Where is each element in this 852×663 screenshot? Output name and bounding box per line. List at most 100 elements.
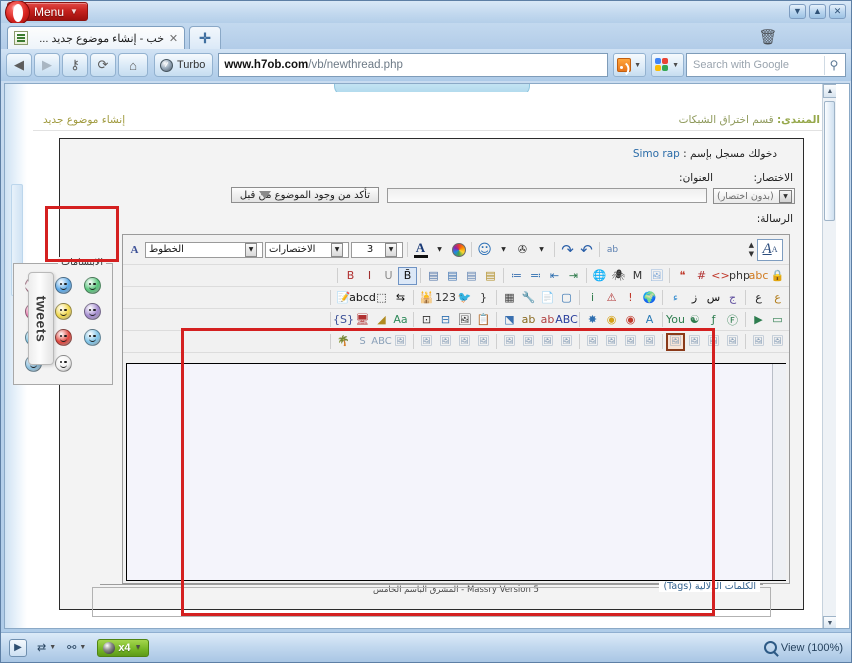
smiley-smile-blue-icon[interactable] [54, 276, 72, 294]
browser-tab-newthread[interactable]: خب - إنشاء موضوع جديد ... ✕ [7, 26, 185, 49]
editor-tool-r5-12-icon[interactable]: 🖼 [538, 333, 557, 351]
message-textarea[interactable] [126, 363, 786, 581]
editor-tool-r4-20-icon[interactable]: ◢ [372, 311, 391, 329]
chevron-down-icon[interactable]: ▼ [779, 189, 792, 203]
editor-tool-r4-22-icon[interactable]: {S} [333, 311, 354, 329]
editor-tool-r2-20-icon[interactable]: U [379, 267, 398, 285]
abbreviation-select[interactable]: ▼ (بدون اختصار) [713, 188, 795, 204]
editor-tool-r3-16-icon[interactable]: 🐦 [455, 289, 474, 307]
smiley-smile-yellow-icon[interactable] [54, 302, 72, 320]
editor-tool-r2-22-icon[interactable]: B [341, 267, 360, 285]
editor-tool-r4-7-icon[interactable]: A [640, 311, 659, 329]
opera-menu-button[interactable]: Menu ▼ [5, 1, 88, 25]
editor-tool-r5-5-icon[interactable]: 🖼 [685, 333, 704, 351]
editor-tool-r4-4-icon[interactable]: ƒ [704, 311, 723, 329]
editor-tool-r4-18-icon[interactable]: ⊡ [417, 311, 436, 329]
editor-tool-r4-8-icon[interactable]: ◉ [621, 311, 640, 329]
editor-tool-r5-4-icon[interactable]: 🖼 [704, 333, 723, 351]
opera-turbo-button[interactable]: Turbo [154, 53, 214, 77]
editor-tool-r5-13-icon[interactable]: 🖼 [519, 333, 538, 351]
page-scrollbar[interactable]: ▲ ▼ [822, 84, 836, 628]
editor-tool-r3-4-icon[interactable]: س [704, 289, 723, 307]
editor-tool-r3-17-icon[interactable]: 123 [435, 289, 456, 307]
insert-smiley-icon[interactable]: ☺ [475, 241, 494, 259]
editor-tool-r4-15-icon[interactable]: 📋 [474, 311, 493, 329]
editor-tool-r5-18-icon[interactable]: 🖼 [417, 333, 436, 351]
editor-tool-r2-13-icon[interactable]: ≔ [526, 267, 545, 285]
new-tab-button[interactable]: ✛ [189, 26, 221, 49]
search-icon[interactable]: ⚲ [824, 55, 843, 75]
editor-tool-r4-14-icon[interactable]: ⬔ [500, 311, 519, 329]
editor-tool-r4-19-icon[interactable]: Aa [391, 311, 410, 329]
scroll-up-button[interactable]: ▲ [823, 84, 836, 98]
breadcrumb-section[interactable]: قسم اختراق الشبكات [679, 114, 774, 126]
editor-tool-r3-5-icon[interactable]: ز [685, 289, 704, 307]
editor-tool-r2-5-icon[interactable]: # [692, 267, 711, 285]
spellcheck-icon[interactable]: ab [603, 241, 622, 259]
editor-tool-r4-3-icon[interactable]: Ⓕ [723, 311, 742, 329]
editor-tool-r5-8-icon[interactable]: 🖼 [621, 333, 640, 351]
editor-tool-r2-9-icon[interactable]: 🕷 [609, 267, 628, 285]
close-icon[interactable]: ✕ [167, 32, 180, 45]
tweets-side-tab[interactable]: tweets [24, 272, 54, 365]
editor-tool-r3-11-icon[interactable]: ▢ [557, 289, 576, 307]
toggle-panels-button[interactable]: ▶ [9, 638, 27, 657]
shortcuts-select[interactable]: ▼ الاختصارات [265, 241, 349, 258]
editor-tool-r2-2-icon[interactable]: abc [749, 267, 769, 285]
font-family-select[interactable]: ▼ الخطوط [145, 241, 263, 258]
undo-icon[interactable]: ↶ [577, 241, 596, 259]
editor-tool-r5-1-icon[interactable]: 🖼 [768, 333, 787, 351]
editor-resize-handle[interactable]: ▲ ▼ [749, 241, 754, 258]
editor-tool-r2-4-icon[interactable]: <> [711, 267, 730, 285]
attach-caret-icon[interactable]: ▼ [532, 241, 551, 259]
editor-tool-r4-10-icon[interactable]: ✸ [583, 311, 602, 329]
editor-tool-r4-1-icon[interactable]: ▭ [768, 311, 787, 329]
collapse-triangle-icon[interactable] [259, 191, 271, 199]
thread-title-input[interactable] [387, 188, 707, 203]
editor-tool-r2-16-icon[interactable]: ▤ [462, 267, 481, 285]
editor-tool-r2-18-icon[interactable]: ▤ [424, 267, 443, 285]
message-scrollbar[interactable] [772, 364, 786, 580]
content-blocker-badge[interactable]: x4 ▼ [97, 638, 149, 657]
color-wheel-icon[interactable] [449, 241, 468, 259]
editor-tool-r3-13-icon[interactable]: 🔧 [519, 289, 538, 307]
editor-tool-r5-2-icon[interactable]: 🖼 [749, 333, 768, 351]
reload-button[interactable]: ⟳ [90, 53, 116, 77]
editor-tool-r2-1-icon[interactable]: 🔒 [768, 267, 787, 285]
editor-tool-r2-15-icon[interactable]: ▤ [481, 267, 500, 285]
editor-tool-r3-7-icon[interactable]: 🌍 [640, 289, 659, 307]
font-size-select[interactable]: ▼ 3 [351, 241, 403, 258]
smiley-angry-red-icon[interactable] [54, 328, 72, 346]
editor-tool-r2-10-icon[interactable]: 🌐 [590, 267, 609, 285]
search-engine-selector[interactable]: ▼ [651, 53, 684, 77]
editor-tool-r4-17-icon[interactable]: ⊟ [436, 311, 455, 329]
editor-mode-toggle[interactable]: AA ▲ ▼ [721, 238, 783, 262]
transfers-status[interactable]: ⇄ ▼ [37, 641, 57, 654]
editor-tool-r4-5-icon[interactable]: ☯ [685, 311, 704, 329]
editor-tool-r2-8-icon[interactable]: M [628, 267, 647, 285]
trash-icon[interactable]: 🗑 [757, 26, 779, 48]
smiley-sad-purple-icon[interactable] [83, 302, 101, 320]
color-caret-icon[interactable]: ▼ [430, 241, 449, 259]
scroll-down-button[interactable]: ▼ [823, 616, 836, 628]
editor-tool-r3-15-icon[interactable]: { [474, 289, 493, 307]
rss-feed-button[interactable]: ▼ [613, 53, 647, 77]
editor-tool-r4-11-icon[interactable]: ABC [555, 311, 578, 329]
minimize-button[interactable]: ▼ [789, 4, 806, 19]
editor-tool-r2-19-icon[interactable]: B̄ [398, 266, 417, 285]
editor-tool-r5-6-icon[interactable]: 🖼 [666, 332, 685, 351]
editor-tool-r3-6-icon[interactable]: ء [666, 289, 685, 307]
chevron-down-icon[interactable]: ▼ [385, 242, 397, 257]
editor-tool-r3-12-icon[interactable]: 📄 [538, 289, 557, 307]
zoom-status[interactable]: View (100%) [763, 641, 843, 654]
editor-tool-r3-21-icon[interactable]: abcd [349, 289, 376, 307]
scroll-thumb[interactable] [824, 101, 835, 221]
editor-tool-r2-12-icon[interactable]: ⇤ [545, 267, 564, 285]
smiley-caret-icon[interactable]: ▼ [494, 241, 513, 259]
chevron-down-icon[interactable]: ▼ [331, 242, 343, 257]
redo-icon[interactable]: ↷ [558, 241, 577, 259]
editor-tool-r3-9-icon[interactable]: ⚠ [602, 289, 621, 307]
editor-tool-r3-1-icon[interactable]: ع [768, 289, 787, 307]
editor-tool-r2-21-icon[interactable]: I [360, 267, 379, 285]
editor-tool-r4-13-icon[interactable]: ab [519, 311, 538, 329]
